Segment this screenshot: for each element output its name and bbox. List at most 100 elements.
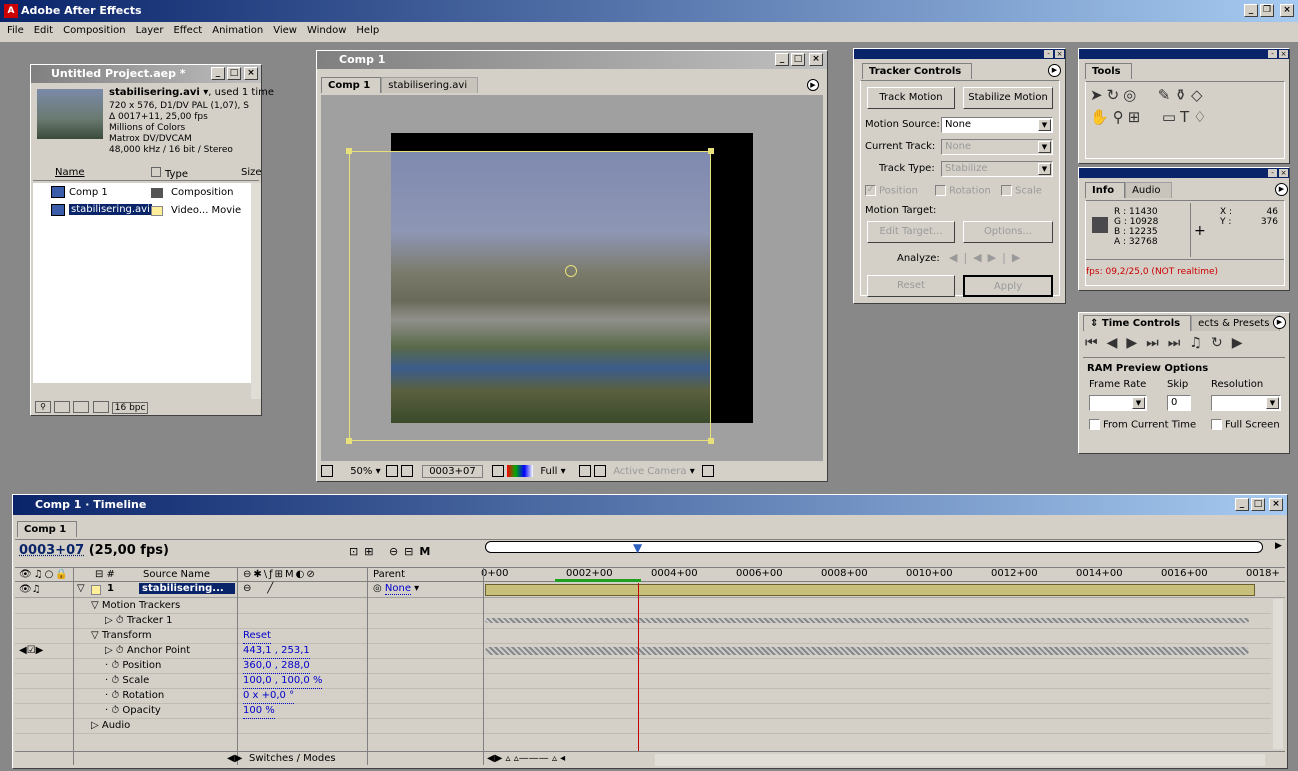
zoom-select[interactable]: 50% (350, 466, 372, 477)
property-row[interactable]: · ⏱ Opacity 100 % (15, 704, 1271, 719)
restore-button[interactable]: ❐ (1260, 4, 1274, 17)
timeline-options-icon[interactable]: ▶ (1275, 541, 1282, 551)
keyframe-track[interactable] (485, 647, 1249, 655)
resolution-select[interactable]: ▼ (1211, 395, 1281, 411)
skip-input[interactable]: 0 (1167, 395, 1191, 411)
track-motion-button[interactable]: Track Motion (867, 87, 955, 109)
menu-help[interactable]: Help (351, 22, 384, 40)
menu-file[interactable]: File (2, 22, 29, 40)
collapse-icon[interactable]: - (1044, 50, 1053, 58)
handle-icon[interactable] (708, 438, 714, 444)
zoom-tool-icon[interactable]: ⚲ (1113, 108, 1128, 126)
tab-audio[interactable]: Audio (1125, 182, 1172, 198)
menu-effect[interactable]: Effect (168, 22, 207, 40)
resolution-select[interactable]: Full (540, 466, 557, 477)
layer-duration-bar[interactable] (485, 584, 1255, 596)
property-row[interactable]: ▷ ⏱ Tracker 1 (15, 614, 1271, 629)
clone-stamp-icon[interactable]: ⚱ (1174, 86, 1191, 104)
property-value[interactable]: Reset (243, 629, 271, 644)
layer-bounding-box[interactable] (349, 151, 711, 441)
pan-behind-icon[interactable]: ⊞ (1128, 108, 1145, 126)
analyze-forward-icon[interactable]: ▶ (988, 251, 1002, 264)
tab-comp1[interactable]: Comp 1 (17, 521, 78, 537)
keyframe-navigator-icon[interactable]: ◀☑▶ (19, 644, 43, 658)
position-checkbox[interactable]: ✓ Position (865, 185, 918, 197)
new-comp-icon[interactable] (73, 401, 90, 413)
zoom-controls-icon[interactable]: ◀▶ ▵ ▵——— ▵ ◂ (487, 753, 565, 764)
shy-switch-icon[interactable]: ⊖ ╱ (243, 583, 273, 594)
list-item[interactable]: Comp 1 Composition (33, 185, 251, 201)
shy-icon[interactable]: ⊖ (389, 545, 404, 558)
rotation-tool-icon[interactable]: ↻ (1107, 86, 1124, 104)
analyze-back-icon[interactable]: ◀| (949, 251, 973, 264)
menu-composition[interactable]: Composition (58, 22, 130, 40)
snapshot-icon[interactable] (491, 465, 504, 477)
maximize-button[interactable]: □ (1251, 498, 1265, 511)
layer-name[interactable]: stabilisering... (139, 583, 235, 594)
analyze-forward-frame-icon[interactable]: |▶ (1002, 251, 1026, 264)
color-channel-icon[interactable] (507, 465, 534, 477)
parent-select[interactable]: ◎ None ▾ (373, 583, 419, 595)
rectangle-mask-icon[interactable]: ▭ (1162, 108, 1180, 126)
minimize-button[interactable]: _ (775, 53, 789, 66)
property-value[interactable]: 360,0 , 288,0 (243, 659, 310, 674)
col-source-name[interactable]: Source Name (143, 569, 210, 580)
stopwatch-icon[interactable]: ⏱ (116, 615, 127, 626)
close-icon[interactable]: × (1055, 50, 1064, 58)
transparency-grid-icon[interactable] (594, 465, 606, 477)
timeline-vscrollbar[interactable] (1273, 599, 1283, 749)
tab-effects-presets[interactable]: ects & Presets (1191, 315, 1281, 331)
next-frame-icon[interactable]: ⏭ (1146, 335, 1168, 351)
tab-comp1[interactable]: Comp 1 (321, 77, 382, 93)
stopwatch-icon[interactable]: ⏱ (111, 705, 122, 716)
property-row[interactable]: ▽ Transform Reset (15, 629, 1271, 644)
pen-tool-icon[interactable]: ♢ (1193, 108, 1210, 126)
region-icon[interactable] (578, 465, 591, 477)
close-icon[interactable]: × (1279, 50, 1288, 58)
handle-icon[interactable] (346, 148, 352, 154)
menu-window[interactable]: Window (302, 22, 351, 40)
current-time-indicator-icon[interactable]: ▼ (633, 541, 642, 555)
track-type-select[interactable]: Stabilize ▼ (941, 161, 1053, 177)
twirl-open-icon[interactable]: ▽ (77, 583, 85, 594)
tab-tracker[interactable]: Tracker Controls (862, 63, 973, 79)
menu-view[interactable]: View (268, 22, 302, 40)
label-color[interactable] (91, 585, 101, 595)
stopwatch-icon[interactable]: ⏱ (116, 645, 127, 656)
hand-tool-icon[interactable]: ✋ (1090, 108, 1113, 126)
menu-edit[interactable]: Edit (29, 22, 58, 40)
tab-time-controls[interactable]: ⇕ Time Controls (1083, 315, 1192, 331)
tab-footage[interactable]: stabilisering.avi (381, 77, 479, 93)
draft-3d-icon[interactable]: ⊞ (364, 545, 379, 558)
property-row[interactable]: ▷ Audio (15, 719, 1271, 734)
layer-row[interactable]: 👁♫ ▽ 1 stabilisering... ⊖ ╱ ◎ None ▾ (15, 583, 1285, 598)
comp-viewer[interactable] (321, 95, 823, 461)
anchor-point-icon[interactable] (565, 265, 577, 277)
maximize-button[interactable]: □ (227, 67, 241, 80)
twirl-open-icon[interactable]: ▽ (91, 630, 102, 641)
find-icon[interactable]: ⚲ (35, 401, 51, 413)
property-value[interactable]: 0 x +0,0 ° (243, 689, 295, 704)
col-type[interactable]: Type (151, 167, 188, 180)
text-tool-icon[interactable]: T (1180, 108, 1193, 126)
project-scrollbar[interactable] (251, 183, 261, 399)
switches-modes-toggle[interactable]: Switches / Modes (249, 753, 336, 764)
col-name[interactable]: Name (55, 167, 85, 178)
close-icon[interactable]: × (1279, 169, 1288, 177)
minimize-button[interactable]: _ (211, 67, 225, 80)
motion-source-select[interactable]: None ▼ (941, 117, 1053, 133)
handle-icon[interactable] (708, 148, 714, 154)
current-time[interactable]: 0003+07 (19, 543, 84, 558)
new-folder-icon[interactable] (54, 401, 71, 413)
close-button[interactable]: × (244, 67, 258, 80)
close-button[interactable]: × (1269, 498, 1283, 511)
bpc-button[interactable]: 16 bpc (111, 402, 149, 414)
orbit-camera-icon[interactable]: ◎ (1123, 86, 1140, 104)
maximize-button[interactable]: □ (791, 53, 805, 66)
from-current-checkbox[interactable]: From Current Time (1089, 419, 1196, 431)
tab-info[interactable]: Info (1085, 182, 1126, 198)
property-row[interactable]: ▷ ⏱ Anchor Point 443,1 , 253,1 ◀☑▶ (15, 644, 1271, 659)
comp-flowchart-icon[interactable]: ⊡ (349, 545, 364, 558)
eraser-icon[interactable]: ◇ (1191, 86, 1207, 104)
options-arrow-icon[interactable]: ▶ (1275, 183, 1288, 196)
